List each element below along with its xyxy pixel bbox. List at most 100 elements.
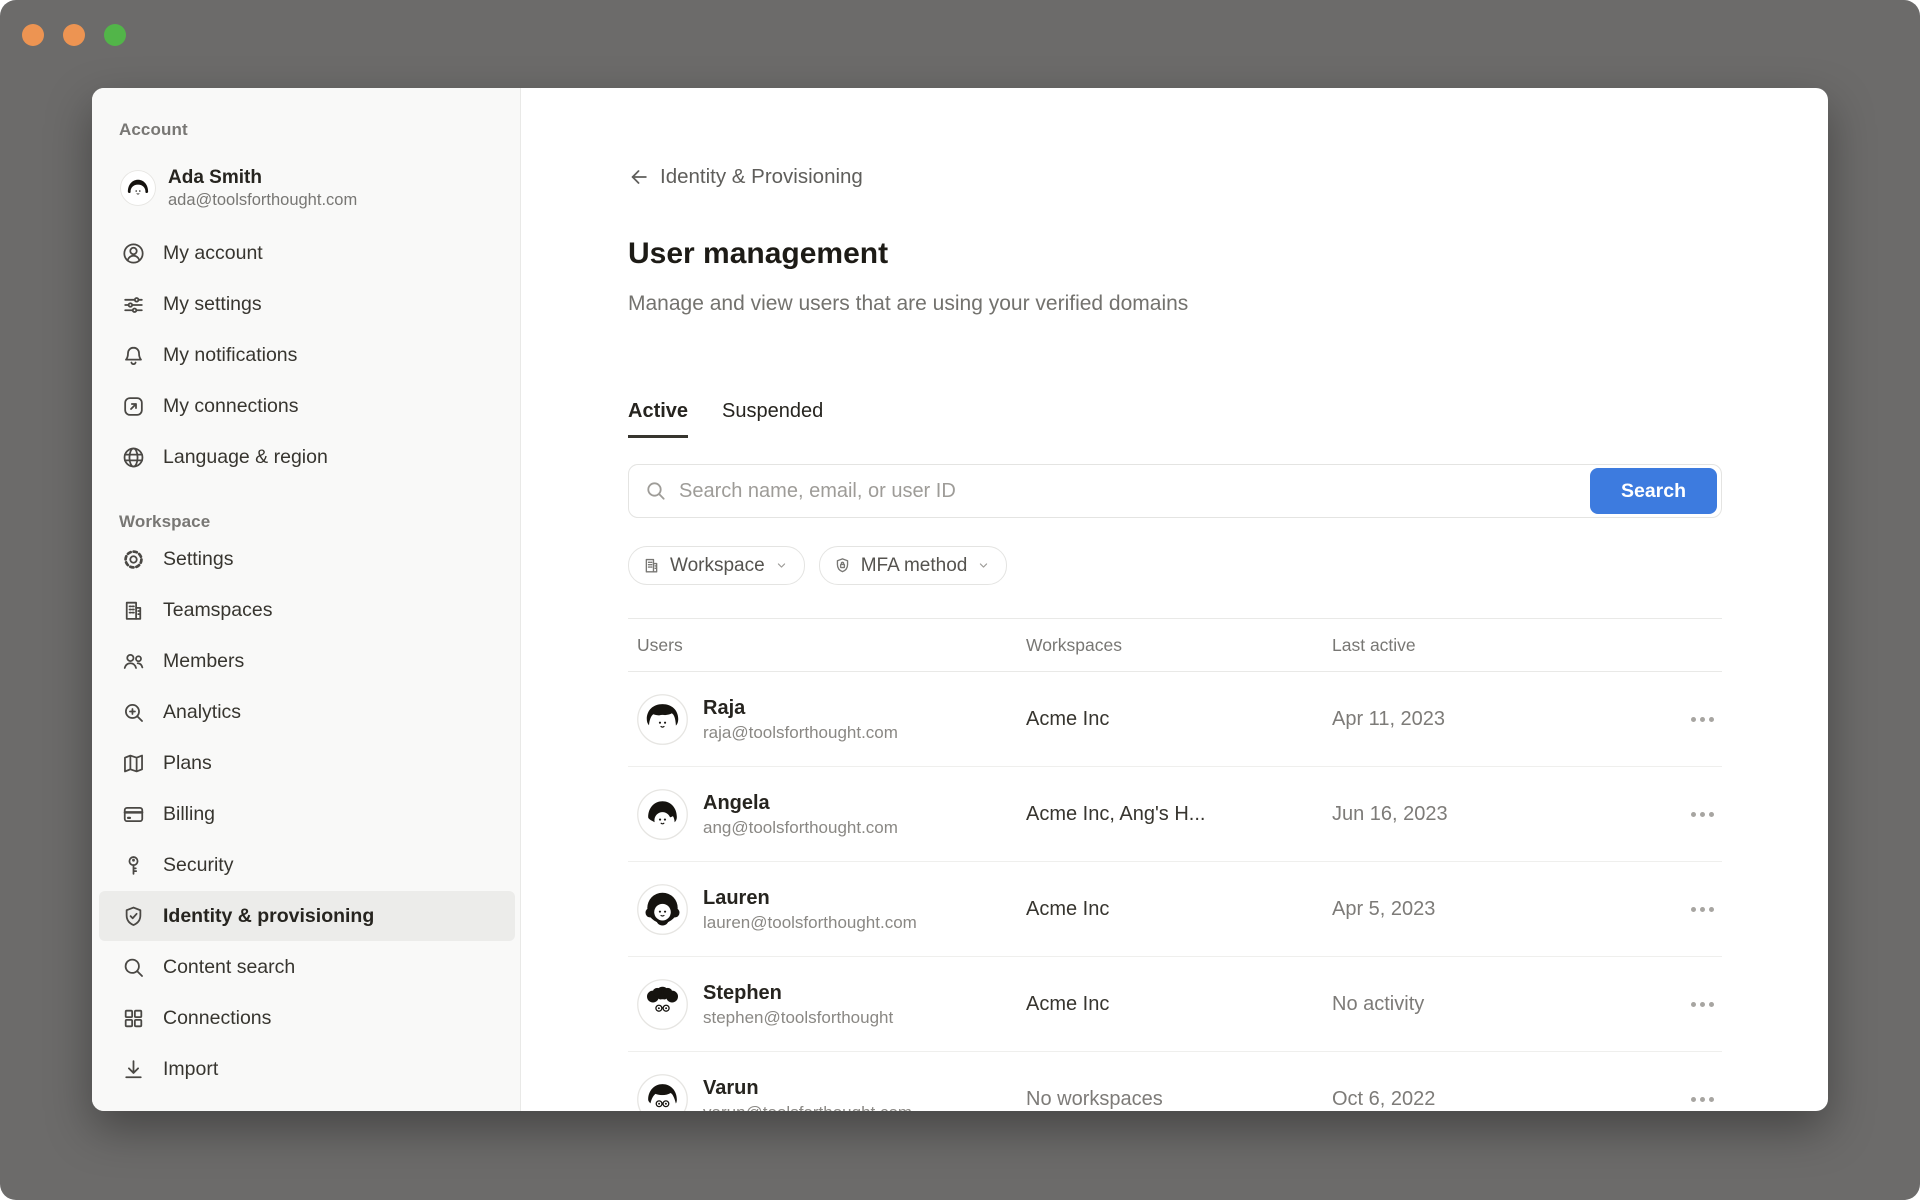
- last-active-cell: No activity: [1332, 993, 1666, 1016]
- sidebar-item-label: Plans: [163, 752, 212, 775]
- user-name: Lauren: [703, 885, 917, 912]
- desktop-background: Account Ada Smith ada@toolsforthought.co…: [0, 0, 1920, 1200]
- people-icon: [121, 649, 146, 674]
- filter-bar: Workspace MFA method: [628, 546, 1722, 585]
- workspaces-cell: Acme Inc: [1026, 708, 1332, 731]
- sidebar-item-analytics[interactable]: Analytics: [99, 687, 515, 737]
- row-more-button[interactable]: [1666, 907, 1722, 912]
- avatar: [637, 1074, 688, 1112]
- page-subtitle: Manage and view users that are using you…: [628, 290, 1722, 318]
- grid-icon: [121, 1006, 146, 1031]
- globe-icon: [121, 445, 146, 470]
- back-link[interactable]: Identity & Provisioning: [628, 164, 1722, 190]
- table-row: Stephenstephen@toolsforthoughtAcme IncNo…: [628, 957, 1722, 1052]
- sidebar-item-label: Teamspaces: [163, 599, 272, 622]
- shield-lock-icon: [833, 556, 852, 575]
- person-circle-icon: [121, 241, 146, 266]
- download-icon: [121, 1057, 146, 1082]
- sidebar-item-label: My notifications: [163, 344, 297, 367]
- row-more-button[interactable]: [1666, 717, 1722, 722]
- sidebar-item-my-settings[interactable]: My settings: [99, 279, 515, 329]
- sidebar-item-label: Connections: [163, 1007, 271, 1030]
- user-name: Stephen: [703, 980, 893, 1007]
- user-avatar: [120, 170, 156, 206]
- search-input[interactable]: [628, 464, 1722, 518]
- user-cell: Angelaang@toolsforthought.com: [628, 789, 1026, 840]
- key-icon: [121, 853, 146, 878]
- tab-active[interactable]: Active: [628, 400, 688, 438]
- workspaces-cell: Acme Inc: [1026, 993, 1332, 1016]
- sidebar-profile[interactable]: Ada Smith ada@toolsforthought.com: [99, 156, 515, 220]
- last-active-cell: Apr 11, 2023: [1332, 708, 1666, 731]
- sidebar-item-members[interactable]: Members: [99, 636, 515, 686]
- back-link-label: Identity & Provisioning: [660, 165, 863, 189]
- page-title: User management: [628, 236, 1722, 272]
- minimize-window-button[interactable]: [63, 24, 85, 46]
- user-cell: Laurenlauren@toolsforthought.com: [628, 884, 1026, 935]
- search-button[interactable]: Search: [1590, 468, 1717, 514]
- sidebar-item-label: Members: [163, 650, 244, 673]
- user-cell: Varunvarun@toolsforthought.com: [628, 1074, 1026, 1112]
- sidebar-item-content-search[interactable]: Content search: [99, 942, 515, 992]
- credit-card-icon: [121, 802, 146, 827]
- building-icon: [642, 556, 661, 575]
- avatar: [637, 694, 688, 745]
- workspaces-cell: Acme Inc, Ang's H...: [1026, 803, 1332, 826]
- sliders-icon: [121, 292, 146, 317]
- building-icon: [121, 598, 146, 623]
- sidebar-item-language-region[interactable]: Language & region: [99, 432, 515, 482]
- sidebar-section-account: Account: [92, 118, 520, 142]
- sidebar-item-label: My account: [163, 242, 263, 265]
- sidebar-item-identity-provisioning[interactable]: Identity & provisioning: [99, 891, 515, 941]
- table-row: Varunvarun@toolsforthought.comNo workspa…: [628, 1052, 1722, 1111]
- row-more-button[interactable]: [1666, 812, 1722, 817]
- user-cell: Rajaraja@toolsforthought.com: [628, 694, 1026, 745]
- sidebar-item-my-account[interactable]: My account: [99, 228, 515, 278]
- sidebar-item-label: Content search: [163, 956, 295, 979]
- sidebar-item-import[interactable]: Import: [99, 1044, 515, 1094]
- gear-icon: [121, 547, 146, 572]
- arrow-left-icon: [628, 166, 650, 188]
- window-controls: [22, 24, 126, 46]
- chevron-down-icon: [774, 558, 789, 573]
- last-active-cell: Jun 16, 2023: [1332, 803, 1666, 826]
- last-active-cell: Oct 6, 2022: [1332, 1088, 1666, 1111]
- column-header-last-active: Last active: [1332, 635, 1666, 656]
- sidebar-item-teamspaces[interactable]: Teamspaces: [99, 585, 515, 635]
- avatar: [637, 979, 688, 1030]
- user-email: raja@toolsforthought.com: [703, 722, 898, 744]
- sidebar: Account Ada Smith ada@toolsforthought.co…: [92, 88, 521, 1111]
- sidebar-item-billing[interactable]: Billing: [99, 789, 515, 839]
- sidebar-item-plans[interactable]: Plans: [99, 738, 515, 788]
- sidebar-item-my-connections[interactable]: My connections: [99, 381, 515, 431]
- close-window-button[interactable]: [22, 24, 44, 46]
- sidebar-item-label: Analytics: [163, 701, 241, 724]
- profile-email: ada@toolsforthought.com: [168, 190, 357, 211]
- magnifier-icon: [121, 955, 146, 980]
- sidebar-item-label: Language & region: [163, 446, 328, 469]
- table-row: Angelaang@toolsforthought.comAcme Inc, A…: [628, 767, 1722, 862]
- column-header-users: Users: [628, 635, 1026, 656]
- tab-suspended[interactable]: Suspended: [722, 400, 823, 438]
- zoom-window-button[interactable]: [104, 24, 126, 46]
- user-cell: Stephenstephen@toolsforthought: [628, 979, 1026, 1030]
- user-email: lauren@toolsforthought.com: [703, 912, 917, 934]
- row-more-button[interactable]: [1666, 1097, 1722, 1102]
- sidebar-item-label: My connections: [163, 395, 298, 418]
- sidebar-item-my-notifications[interactable]: My notifications: [99, 330, 515, 380]
- sidebar-item-connections[interactable]: Connections: [99, 993, 515, 1043]
- row-more-button[interactable]: [1666, 1002, 1722, 1007]
- tab-bar: Active Suspended: [628, 400, 1722, 438]
- sidebar-item-security[interactable]: Security: [99, 840, 515, 890]
- filter-workspace[interactable]: Workspace: [628, 546, 805, 585]
- sidebar-account-nav: My account My settings My notifications My …: [92, 228, 520, 482]
- arrow-up-right-square-icon: [121, 394, 146, 419]
- main-panel: Identity & Provisioning User management …: [521, 88, 1828, 1111]
- profile-name: Ada Smith: [168, 165, 357, 190]
- user-email: stephen@toolsforthought: [703, 1007, 893, 1029]
- sidebar-item-settings[interactable]: Settings: [99, 534, 515, 584]
- sidebar-item-label: Identity & provisioning: [163, 905, 374, 928]
- filter-mfa-method[interactable]: MFA method: [819, 546, 1008, 585]
- magnifier-plus-icon: [121, 700, 146, 725]
- user-name: Angela: [703, 790, 898, 817]
